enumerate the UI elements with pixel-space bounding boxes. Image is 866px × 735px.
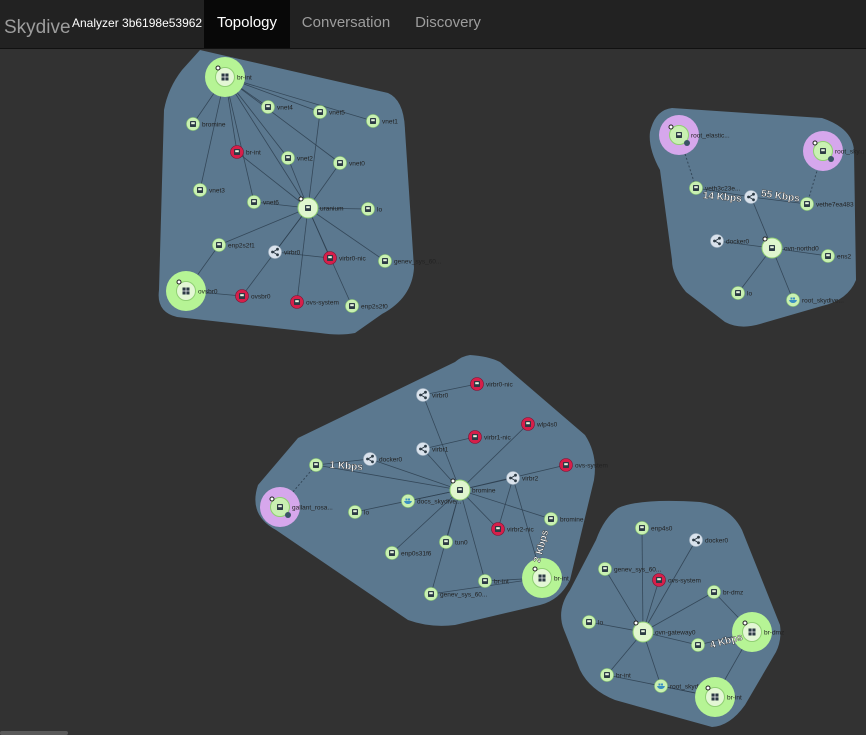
node-label: enp2s2f1 (228, 243, 255, 250)
topology-graph[interactable]: br-int bromine vnet4 vnet5 vnet1 br-int vnet2 v… (0, 49, 866, 735)
node-label: gallant_rosa... (292, 505, 333, 512)
node-label: tun0 (455, 540, 468, 547)
topology-node[interactable] (691, 638, 705, 652)
node-label: virbr1-nic (484, 435, 511, 442)
node-label: vnet5 (329, 110, 345, 117)
node-label: vnet1 (382, 119, 398, 126)
navbar: Skydive Analyzer 3b6198e53962 Topology C… (0, 0, 866, 49)
node-label: lo (747, 291, 752, 298)
topology-node[interactable]: root_sky... (803, 131, 865, 171)
node-label: enp0s31f6 (401, 551, 432, 558)
node-label: virbr2-nic (507, 527, 534, 534)
node-label: vnet3 (209, 188, 225, 195)
node-label: virbr0-nic (339, 256, 366, 263)
node-label: vnet6 (263, 200, 279, 207)
node-label: vnet2 (297, 156, 313, 163)
node-label: ens2 (837, 254, 851, 261)
horizontal-scrollbar[interactable] (0, 731, 68, 735)
node-label: ovsbr0 (198, 289, 218, 296)
node-label: genev_sys_60... (394, 259, 442, 266)
node-label: virbr0 (432, 393, 449, 400)
node-label: wlp4s0 (536, 422, 558, 429)
node-label: br-int (246, 150, 261, 157)
node-label: root_skydive... (802, 298, 844, 305)
node-label: docker0 (705, 538, 729, 545)
node-label: lo (377, 207, 382, 214)
node-label: genev_sys_60... (440, 592, 488, 599)
node-label: br-dmz (723, 590, 743, 597)
analyzer-id: Analyzer 3b6198e53962 (72, 16, 203, 30)
node-label: vethe7ea483 (816, 202, 854, 209)
node-label: br-dmz (764, 630, 784, 637)
node-label: bromine (472, 488, 496, 495)
node-label: enp2s2f0 (361, 304, 388, 311)
node-label: root_sky... (835, 149, 865, 156)
node-label: virbr2 (522, 476, 539, 483)
node-label: root_elastic... (691, 133, 730, 140)
node-label: ovsbr0 (251, 294, 271, 301)
node-label: bromine (560, 517, 584, 524)
node-label: br-int (237, 75, 252, 82)
node-label: lo (598, 620, 603, 627)
node-label: ovs-system (668, 578, 701, 585)
node-label: uranium (320, 206, 343, 213)
topology-node[interactable] (744, 190, 758, 204)
node-label: vnet0 (349, 161, 365, 168)
bandwidth-label: 1 Kbps (329, 460, 363, 473)
node-label: virbr0-nic (486, 382, 513, 389)
node-label: genev_sys_60... (614, 567, 662, 574)
node-label: docker0 (379, 457, 403, 464)
node-label: bromine (202, 122, 226, 129)
node-label: ovs-system (575, 463, 608, 470)
node-label: lo (364, 510, 369, 517)
node-label: docker0 (726, 239, 750, 246)
node-label: vnet4 (277, 105, 293, 112)
node-label: br-int (494, 579, 509, 586)
node-label: virbr1 (432, 447, 449, 454)
node-label: docs_skydive... (417, 499, 462, 506)
node-label: ovn-northd0 (784, 246, 819, 253)
node-label: enp4s0 (651, 526, 673, 533)
node-label: ovs-system (306, 300, 339, 307)
node-label: virbr0 (284, 250, 301, 257)
tab-conversation[interactable]: Conversation (293, 0, 399, 48)
node-label: br-int (616, 673, 631, 680)
tab-topology[interactable]: Topology (204, 0, 290, 48)
node-label: ovn-gateway0 (655, 630, 696, 637)
tab-discovery[interactable]: Discovery (404, 0, 492, 48)
topology-node[interactable] (309, 458, 323, 472)
node-label: br-int (727, 695, 742, 702)
brand-logo[interactable]: Skydive (4, 17, 71, 39)
node-label: br-int (554, 576, 569, 583)
